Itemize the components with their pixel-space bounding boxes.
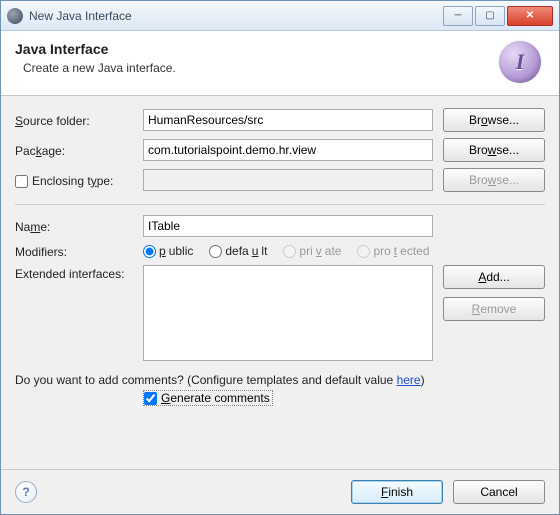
help-icon[interactable]: ? [15,481,37,503]
banner-subtitle: Create a new Java interface. [15,61,491,75]
maximize-button[interactable]: ▢ [475,6,505,26]
extended-interfaces-label: Extended interfaces: [15,265,143,281]
source-folder-label: Source folder: [15,112,143,128]
add-button[interactable]: Add... [443,265,545,289]
modifier-public[interactable]: public [143,244,193,258]
extended-interfaces-list[interactable] [143,265,433,361]
cancel-button[interactable]: Cancel [453,480,545,504]
package-label: Package: [15,142,143,158]
generate-comments-label[interactable]: Generate comments [143,390,273,406]
modifiers-group: public default private protected [143,244,430,258]
modifier-protected: protected [357,244,429,258]
dialog-window: New Java Interface ─ ▢ ✕ Java Interface … [0,0,560,515]
source-folder-input[interactable] [143,109,433,131]
package-input[interactable] [143,139,433,161]
form-content: Source folder: Browse... Package: Browse… [1,96,559,469]
enclosing-type-checkbox[interactable] [15,175,28,188]
footer: ? Finish Cancel [1,469,559,514]
comments-question: Do you want to add comments? (Configure … [15,373,545,387]
name-label: Name: [15,218,143,234]
titlebar[interactable]: New Java Interface ─ ▢ ✕ [1,1,559,31]
separator [15,204,545,205]
app-icon [7,8,23,24]
interface-icon: I [499,41,541,83]
browse-enclosing-button: Browse... [443,168,545,192]
window-title: New Java Interface [29,9,441,23]
minimize-button[interactable]: ─ [443,6,473,26]
enclosing-type-input [143,169,433,191]
browse-source-button[interactable]: Browse... [443,108,545,132]
banner: Java Interface Create a new Java interfa… [1,31,559,96]
modifiers-label: Modifiers: [15,243,143,259]
name-input[interactable] [143,215,433,237]
generate-comments-checkbox[interactable] [144,392,157,405]
enclosing-type-label: Enclosing type: [15,172,143,188]
browse-package-button[interactable]: Browse... [443,138,545,162]
modifier-private: private [283,244,341,258]
finish-button[interactable]: Finish [351,480,443,504]
modifier-default[interactable]: default [209,244,267,258]
remove-button: Remove [443,297,545,321]
close-button[interactable]: ✕ [507,6,553,26]
banner-heading: Java Interface [15,41,491,57]
configure-here-link[interactable]: here [397,373,421,387]
